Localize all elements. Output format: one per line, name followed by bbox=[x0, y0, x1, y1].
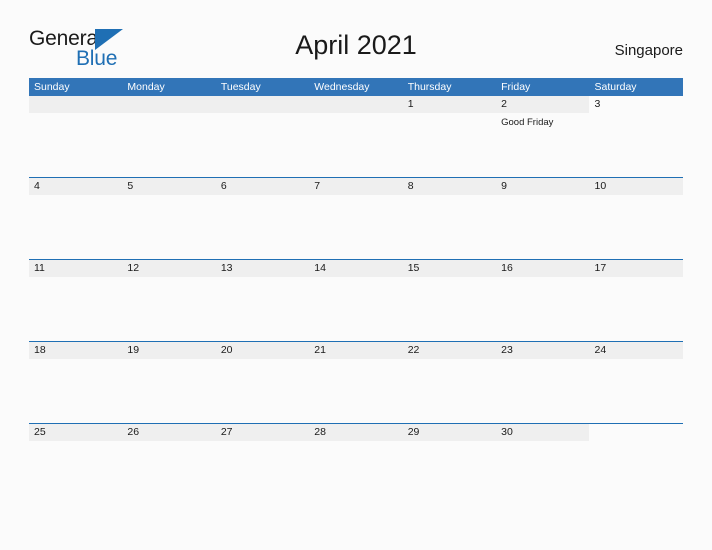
day-cell-29[interactable]: 29 bbox=[403, 424, 496, 505]
day-number: 29 bbox=[407, 426, 420, 438]
day-number: 4 bbox=[34, 180, 40, 192]
day-cell-16[interactable]: 16 bbox=[496, 260, 589, 341]
day-number: 21 bbox=[314, 344, 326, 356]
day-number: 13 bbox=[220, 262, 233, 274]
day-cell-5[interactable]: 5 bbox=[122, 178, 215, 259]
day-number: 5 bbox=[127, 180, 134, 192]
day-number bbox=[314, 96, 402, 113]
day-number: 1 bbox=[407, 98, 414, 110]
day-number: 28 bbox=[314, 426, 326, 438]
day-cell-27[interactable]: 27 bbox=[216, 424, 309, 505]
day-cell-15[interactable]: 15 bbox=[403, 260, 496, 341]
day-number: 6 bbox=[220, 180, 227, 192]
day-number: 20 bbox=[220, 344, 233, 356]
day-number: 24 bbox=[594, 344, 607, 356]
day-number: 17 bbox=[594, 262, 607, 274]
day-number: 15 bbox=[407, 262, 420, 274]
day-number: 27 bbox=[220, 426, 233, 438]
day-cell-empty bbox=[29, 96, 122, 177]
day-cell-19[interactable]: 19 bbox=[122, 342, 215, 423]
day-number bbox=[34, 96, 122, 113]
day-cell-10[interactable]: 10 bbox=[590, 178, 683, 259]
day-number: 11 bbox=[34, 262, 45, 274]
day-number: 23 bbox=[501, 344, 513, 356]
weekday-header-tuesday: Tuesday bbox=[220, 81, 261, 93]
week-day-cells: 1 2 Good Friday 3 bbox=[29, 96, 683, 177]
day-number: 22 bbox=[407, 344, 420, 356]
day-number: 9 bbox=[501, 180, 507, 192]
day-number: 12 bbox=[127, 262, 140, 274]
day-number: 25 bbox=[34, 426, 46, 438]
calendar-week-row: 18 19 20 21 22 23 24 bbox=[29, 341, 683, 423]
day-cell-2[interactable]: 2 Good Friday bbox=[496, 96, 589, 177]
page-header: General Blue April 2021 Singapore bbox=[0, 0, 712, 78]
day-number: 7 bbox=[314, 180, 321, 192]
calendar-week-row: 25 26 27 28 29 30 bbox=[29, 423, 683, 505]
page-title: April 2021 bbox=[295, 30, 417, 60]
day-number bbox=[595, 424, 683, 441]
day-cell-13[interactable]: 13 bbox=[216, 260, 309, 341]
week-day-cells: 4 5 6 7 8 9 10 bbox=[29, 178, 683, 259]
day-cell-14[interactable]: 14 bbox=[309, 260, 402, 341]
day-cell-6[interactable]: 6 bbox=[216, 178, 309, 259]
day-cell-20[interactable]: 20 bbox=[216, 342, 309, 423]
day-number: 26 bbox=[127, 426, 140, 438]
day-cell-30[interactable]: 30 bbox=[496, 424, 589, 505]
day-cell-26[interactable]: 26 bbox=[122, 424, 215, 505]
calendar-week-row: 11 12 13 14 15 16 17 bbox=[29, 259, 683, 341]
day-number: 14 bbox=[314, 262, 326, 274]
day-cell-11[interactable]: 11 bbox=[29, 260, 122, 341]
week-day-cells: 18 19 20 21 22 23 24 bbox=[29, 342, 683, 423]
weekday-header-monday: Monday bbox=[127, 81, 165, 93]
day-cell-24[interactable]: 24 bbox=[590, 342, 683, 423]
day-cell-empty bbox=[590, 424, 683, 505]
day-cell-21[interactable]: 21 bbox=[309, 342, 402, 423]
day-cell-7[interactable]: 7 bbox=[309, 178, 402, 259]
day-cell-25[interactable]: 25 bbox=[29, 424, 122, 505]
day-cell-23[interactable]: 23 bbox=[496, 342, 589, 423]
weekday-header-sunday: Sunday bbox=[34, 81, 70, 93]
holiday-event: Good Friday bbox=[501, 117, 554, 128]
weekday-header-row: Sunday Monday Tuesday Wednesday Thursday Frid… bbox=[29, 78, 683, 96]
calendar-page: General Blue April 2021 Singapore Sunday… bbox=[0, 0, 712, 550]
day-cell-empty bbox=[122, 96, 215, 177]
weekday-header-wednesday: Wednesday bbox=[314, 81, 370, 93]
day-number: 8 bbox=[407, 180, 414, 192]
day-cell-4[interactable]: 4 bbox=[29, 178, 122, 259]
weekday-header-saturday: Saturday bbox=[594, 81, 637, 93]
day-cell-1[interactable]: 1 bbox=[403, 96, 496, 177]
day-number bbox=[127, 96, 215, 113]
day-number: 10 bbox=[594, 180, 607, 192]
location-label: Singapore bbox=[614, 42, 683, 59]
week-day-cells: 25 26 27 28 29 30 bbox=[29, 424, 683, 505]
week-day-cells: 11 12 13 14 15 16 17 bbox=[29, 260, 683, 341]
day-cell-3[interactable]: 3 bbox=[590, 96, 683, 177]
calendar-week-row: 1 2 Good Friday 3 bbox=[29, 96, 683, 177]
day-number: 18 bbox=[34, 344, 46, 356]
calendar-weeks: 1 2 Good Friday 3 4 5 6 7 8 9 10 11 12 13 14 15 16 17 18 19… bbox=[29, 96, 683, 505]
weekday-header-thursday: Thursday bbox=[407, 81, 452, 93]
day-cell-empty bbox=[309, 96, 402, 177]
weekday-header-friday: Friday bbox=[501, 81, 531, 93]
day-number: 30 bbox=[501, 426, 513, 438]
calendar-week-row: 4 5 6 7 8 9 10 bbox=[29, 177, 683, 259]
day-number: 16 bbox=[501, 262, 513, 274]
day-cell-18[interactable]: 18 bbox=[29, 342, 122, 423]
day-events: Good Friday bbox=[501, 113, 589, 129]
day-cell-8[interactable]: 8 bbox=[403, 178, 496, 259]
day-cell-empty bbox=[216, 96, 309, 177]
day-cell-28[interactable]: 28 bbox=[309, 424, 402, 505]
day-cell-9[interactable]: 9 bbox=[496, 178, 589, 259]
day-cell-12[interactable]: 12 bbox=[122, 260, 215, 341]
day-number: 2 bbox=[501, 98, 507, 110]
day-number: 19 bbox=[127, 344, 140, 356]
calendar-grid: Sunday Monday Tuesday Wednesday Thursday Frid… bbox=[29, 78, 683, 505]
day-number: 3 bbox=[594, 98, 601, 110]
day-cell-22[interactable]: 22 bbox=[403, 342, 496, 423]
day-number bbox=[221, 96, 309, 113]
day-cell-17[interactable]: 17 bbox=[590, 260, 683, 341]
